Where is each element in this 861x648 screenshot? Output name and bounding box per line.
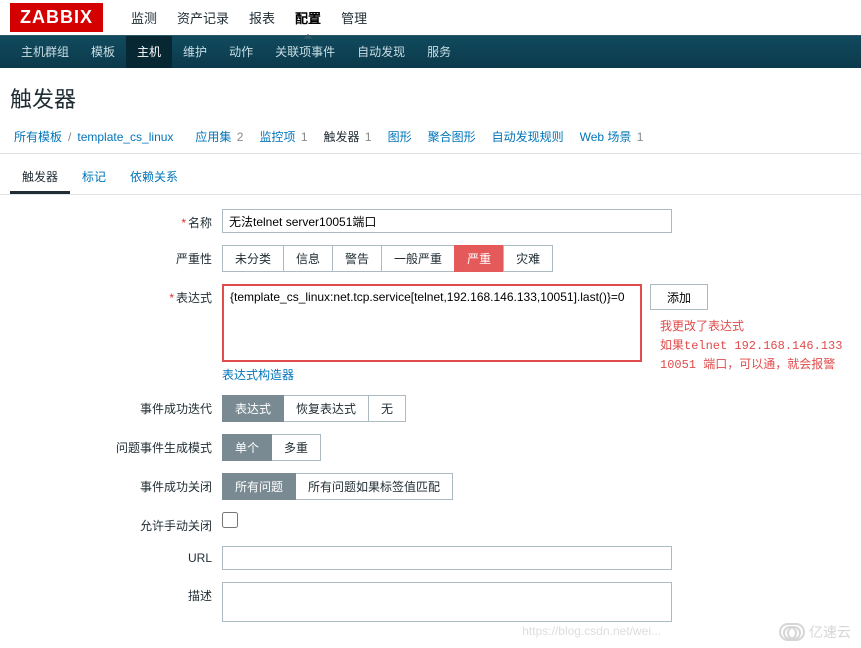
ctx-tab-screens[interactable]: 聚合图形 xyxy=(420,128,484,145)
context-bar: 所有模板 / template_cs_linux 应用集 2 监控项 1 触发器… xyxy=(0,122,861,154)
event-ok-iter-none[interactable]: 无 xyxy=(368,395,406,422)
severity-average[interactable]: 一般严重 xyxy=(381,245,455,272)
event-ok-close-tag[interactable]: 所有问题如果标签值匹配 xyxy=(295,473,453,500)
severity-warning[interactable]: 警告 xyxy=(332,245,382,272)
name-input[interactable] xyxy=(222,209,672,233)
subnav-maintenance[interactable]: 维护 xyxy=(172,36,218,68)
subnav-hostgroups[interactable]: 主机群组 xyxy=(10,36,80,68)
cloud-icon xyxy=(779,623,805,641)
annotation: 我更改了表达式 如果telnet 192.168.146.133 10051 端… xyxy=(660,318,842,376)
subnav-actions[interactable]: 动作 xyxy=(218,36,264,68)
label-event-ok-close: 事件成功关闭 xyxy=(10,473,222,495)
event-ok-iter-expr[interactable]: 表达式 xyxy=(222,395,284,422)
topnav-inventory[interactable]: 资产记录 xyxy=(167,8,239,27)
label-desc: 描述 xyxy=(10,582,222,604)
breadcrumb-template[interactable]: template_cs_linux xyxy=(73,130,177,144)
ctx-tab-graphs[interactable]: 图形 xyxy=(380,128,420,145)
ctx-tab-applications[interactable]: 应用集 2 xyxy=(187,128,251,145)
subnav-correlation[interactable]: 关联项事件 xyxy=(264,36,346,68)
tab-dependencies[interactable]: 依赖关系 xyxy=(118,162,190,194)
topnav-admin[interactable]: 管理 xyxy=(331,8,377,27)
label-expression: *表达式 xyxy=(10,284,222,306)
ctx-tab-triggers[interactable]: 触发器 1 xyxy=(316,128,380,145)
severity-high[interactable]: 严重 xyxy=(454,245,504,272)
severity-unclassified[interactable]: 未分类 xyxy=(222,245,284,272)
subnav-hosts[interactable]: 主机 xyxy=(126,36,172,68)
label-severity: 严重性 xyxy=(10,245,222,267)
page-title: 触发器 xyxy=(0,68,861,122)
watermark-csdn: https://blog.csdn.net/wei... xyxy=(522,624,661,638)
problem-gen-multiple[interactable]: 多重 xyxy=(271,434,321,461)
label-name: *名称 xyxy=(10,209,222,231)
add-button[interactable]: 添加 xyxy=(650,284,708,310)
ctx-tab-web[interactable]: Web 场景 1 xyxy=(572,128,652,145)
tab-tags[interactable]: 标记 xyxy=(70,162,118,194)
form-area: *名称 严重性 未分类 信息 警告 一般严重 严重 灾难 *表达式 {templ… xyxy=(0,195,861,648)
breadcrumb-sep: / xyxy=(66,130,73,144)
severity-disaster[interactable]: 灾难 xyxy=(503,245,553,272)
inner-tabs: 触发器 标记 依赖关系 xyxy=(0,154,861,195)
topnav-reports[interactable]: 报表 xyxy=(239,8,285,27)
description-textarea[interactable] xyxy=(222,582,672,622)
expression-builder-link[interactable]: 表达式构造器 xyxy=(222,366,294,383)
topnav-config[interactable]: 配置 xyxy=(285,8,331,27)
severity-group: 未分类 信息 警告 一般严重 严重 灾难 xyxy=(222,245,553,272)
event-ok-iter-recovery[interactable]: 恢复表达式 xyxy=(283,395,369,422)
topnav-monitor[interactable]: 监测 xyxy=(121,8,167,27)
top-bar: ZABBIX 监测 资产记录 报表 配置 管理 xyxy=(0,0,861,36)
event-ok-close-all[interactable]: 所有问题 xyxy=(222,473,296,500)
ctx-tab-discovery-rules[interactable]: 自动发现规则 xyxy=(484,128,572,145)
label-event-ok-iter: 事件成功迭代 xyxy=(10,395,222,417)
label-allow-manual: 允许手动关闭 xyxy=(10,512,222,534)
label-url: URL xyxy=(10,546,222,565)
url-input[interactable] xyxy=(222,546,672,570)
logo: ZABBIX xyxy=(10,3,103,32)
subnav-templates[interactable]: 模板 xyxy=(80,36,126,68)
problem-gen-single[interactable]: 单个 xyxy=(222,434,272,461)
subnav-discovery[interactable]: 自动发现 xyxy=(346,36,416,68)
allow-manual-checkbox[interactable] xyxy=(222,512,238,528)
watermark-yisu: 亿速云 xyxy=(779,622,851,642)
tab-trigger[interactable]: 触发器 xyxy=(10,162,70,194)
subnav-services[interactable]: 服务 xyxy=(416,36,462,68)
ctx-tab-items[interactable]: 监控项 1 xyxy=(251,128,315,145)
sub-bar: 主机群组 模板 主机 维护 动作 关联项事件 自动发现 服务 xyxy=(0,36,861,68)
expression-textarea[interactable]: {template_cs_linux:net.tcp.service[telne… xyxy=(222,284,642,362)
breadcrumb-all-templates[interactable]: 所有模板 xyxy=(10,128,66,145)
label-problem-gen: 问题事件生成模式 xyxy=(10,434,222,456)
severity-info[interactable]: 信息 xyxy=(283,245,333,272)
